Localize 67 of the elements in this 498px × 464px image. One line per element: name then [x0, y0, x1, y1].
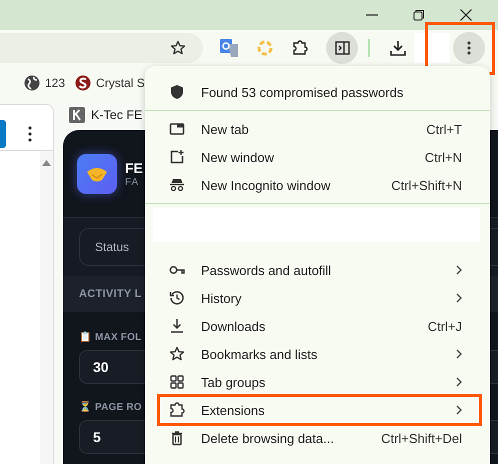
incognito-icon — [169, 177, 185, 193]
menu-item-label: Bookmarks and lists — [201, 346, 318, 362]
menu-item-label: New tab — [201, 122, 250, 136]
globe-icon — [24, 75, 40, 91]
shortcut-label: Ctrl+J — [428, 318, 462, 334]
menu-item[interactable]: New Incognito window Ctrl+Shift+N — [145, 171, 490, 199]
kebab-icon[interactable] — [28, 126, 32, 142]
menu-item-label: History — [201, 290, 242, 306]
app-title: FE — [125, 160, 143, 176]
star-icon — [169, 346, 185, 362]
field-label: PAGE RO — [95, 402, 142, 412]
menu-item[interactable]: History — [145, 284, 490, 312]
field-label: MAX FOL — [95, 332, 142, 342]
side-panel-icon — [334, 41, 350, 55]
menu-item-label: Tab groups — [201, 374, 266, 390]
menu-item[interactable]: New window Ctrl+N — [145, 143, 490, 171]
close-icon[interactable] — [460, 9, 472, 21]
scroll-up-icon[interactable] — [42, 160, 51, 166]
menu-item[interactable]: Delete browsing data... Ctrl+Shift+Del — [145, 424, 490, 452]
grid-icon — [169, 374, 185, 390]
shortcut-label: Ctrl+N — [424, 150, 462, 164]
download-icon[interactable] — [390, 40, 406, 56]
menu-item-label: Delete browsing data... — [201, 430, 335, 446]
new-window-icon — [169, 149, 185, 165]
bookmark[interactable]: 123 — [24, 75, 66, 91]
shortcut-label: Ctrl+Shift+Del — [381, 430, 462, 446]
history-icon — [169, 290, 185, 306]
label-emoji-icon: ⏳ — [79, 401, 91, 413]
kebab-icon — [467, 41, 471, 55]
tab-icon — [169, 121, 185, 137]
section-heading: ACTIVITY L — [79, 288, 142, 300]
menu-item-label: Extensions — [201, 402, 266, 418]
puzzle-icon — [169, 402, 185, 418]
bookmark[interactable]: Crystal S — [75, 75, 145, 91]
blank-block — [414, 33, 450, 63]
handshake-icon — [86, 166, 108, 182]
menu-item[interactable]: Tab groups — [145, 368, 490, 396]
trash-icon — [169, 430, 185, 446]
label-emoji-icon: 📋 — [79, 331, 91, 343]
menu-item-label: Downloads — [201, 318, 266, 334]
side-button[interactable] — [0, 120, 6, 148]
s-logo-icon — [75, 75, 92, 91]
star-icon[interactable] — [170, 40, 186, 56]
menu-item-label: Found 53 compromised passwords — [201, 84, 404, 100]
shield-icon — [169, 84, 185, 100]
menu-item-label: New Incognito window — [201, 178, 332, 192]
restore-icon[interactable] — [413, 9, 425, 21]
menu-item[interactable]: Downloads Ctrl+J — [145, 312, 490, 340]
shortcut-label: Ctrl+T — [426, 122, 462, 136]
download-icon — [169, 318, 185, 334]
translate-icon[interactable] — [220, 39, 238, 57]
side-panel-button[interactable] — [326, 32, 358, 64]
menu-button[interactable] — [453, 32, 485, 64]
menu-item[interactable]: Extensions — [159, 396, 480, 424]
puzzle-icon[interactable] — [292, 40, 308, 56]
menu-item[interactable]: Passwords and autofill — [145, 256, 490, 284]
page-title: K-Tec FE — [91, 108, 142, 122]
scrollbar[interactable] — [40, 151, 53, 464]
menu-item-label: Passwords and autofill — [201, 262, 332, 278]
k-logo-icon — [69, 107, 85, 123]
menu-item[interactable]: New tab Ctrl+T — [145, 115, 490, 143]
menu-item[interactable]: Bookmarks and lists — [145, 340, 490, 368]
minimize-icon[interactable] — [366, 14, 378, 16]
app-subtitle: FA — [125, 176, 140, 188]
shortcut-label: Ctrl+Shift+N — [391, 178, 462, 192]
menu-item-label: New window — [201, 150, 275, 164]
menu-item[interactable]: Found 53 compromised passwords — [145, 78, 490, 106]
